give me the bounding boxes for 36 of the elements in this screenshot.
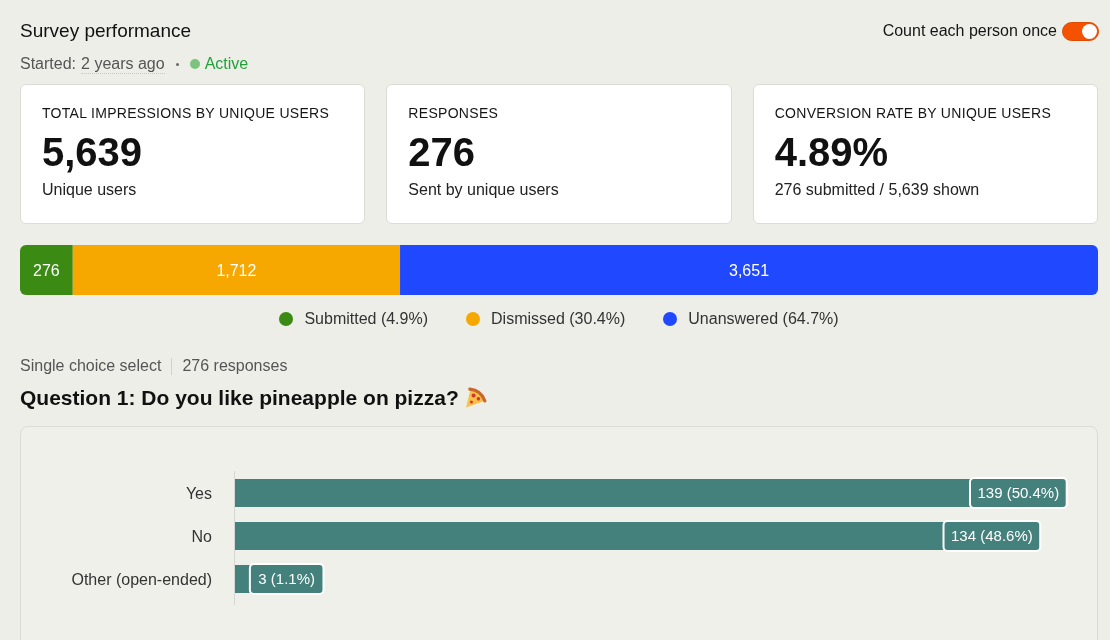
stat-label: RESPONSES <box>408 104 500 122</box>
category-label: Yes <box>185 484 212 502</box>
toggle-switch[interactable] <box>1062 21 1099 41</box>
category-label: No <box>191 527 212 545</box>
segment-value: 1,712 <box>216 261 257 279</box>
data-label: 139 (50.4%) <box>977 484 1060 501</box>
stat-label: CONVERSION RATE BY UNIQUE USERS <box>774 104 1053 122</box>
stat-value: 5,639 <box>42 132 144 172</box>
category-label: Other (open-ended) <box>71 570 212 588</box>
stat-label: TOTAL IMPRESSIONS BY UNIQUE USERS <box>42 104 331 122</box>
legend-label: Unanswered (64.7%) <box>688 309 839 329</box>
legend-label: Dismissed (30.4%) <box>491 309 626 329</box>
chart-bar <box>235 565 250 593</box>
question-type: Single choice select <box>20 357 162 375</box>
stat-value: 276 <box>408 132 477 172</box>
segment-value: 3,651 <box>729 261 770 279</box>
status-label: Active <box>204 55 249 73</box>
stat-value: 4.89% <box>774 132 890 172</box>
pizza-slice-icon <box>464 387 487 409</box>
stat-caption: Sent by unique users <box>408 180 560 200</box>
toggle-label: Count each person once <box>882 22 1057 40</box>
value-label: 134 (48.6%) <box>942 520 1042 552</box>
segment-value: 276 <box>33 261 60 279</box>
separator-dot-icon <box>175 62 179 66</box>
response-count: 276 responses <box>182 357 288 375</box>
stat-caption: Unique users <box>42 180 138 200</box>
started-label: Started: <box>20 55 77 73</box>
data-label: 3 (1.1%) <box>258 570 316 587</box>
started-time: 2 years ago <box>81 54 165 74</box>
question-title: Question 1: Do you like pineapple on pizza? <box>20 386 459 410</box>
stat-caption: 276 submitted / 5,639 shown <box>774 180 981 200</box>
page-title: Survey performance <box>20 20 193 42</box>
legend-label: Submitted (4.9%) <box>304 309 428 329</box>
value-label: 3 (1.1%) <box>248 563 325 595</box>
data-label: 134 (48.6%) <box>951 527 1033 544</box>
value-label: 139 (50.4%) <box>969 477 1068 509</box>
